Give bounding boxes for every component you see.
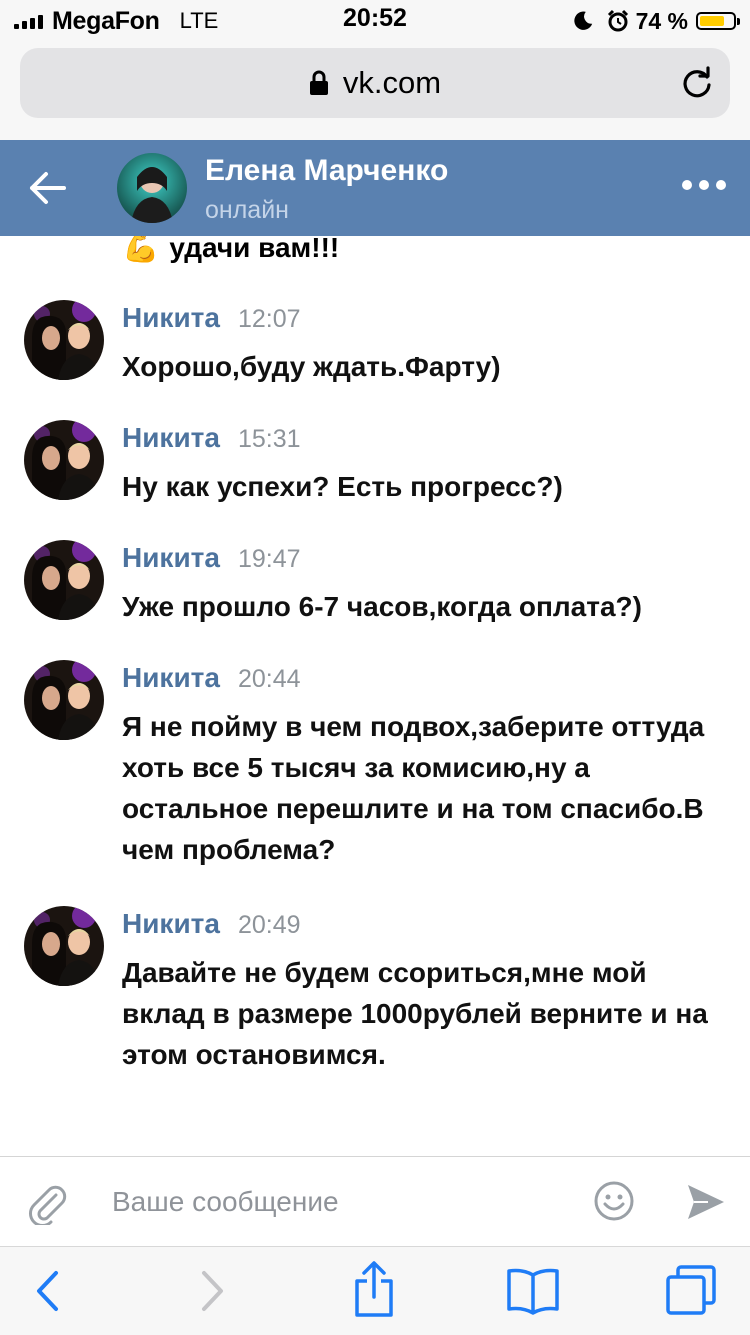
alarm-icon (607, 9, 628, 32)
more-dots-icon[interactable] (682, 180, 726, 190)
message-time: 20:49 (237, 911, 301, 939)
send-icon[interactable] (686, 1183, 726, 1221)
avatar[interactable] (24, 540, 104, 620)
message-list[interactable]: 💪 удачи вам!!! Никита 12:07 Хорошо,буду ж… (0, 236, 750, 1156)
reload-icon[interactable] (680, 66, 714, 100)
message-text: удачи вам!!! (169, 236, 340, 263)
smile-icon[interactable] (594, 1181, 634, 1221)
avatar[interactable] (24, 300, 104, 380)
avatar[interactable] (24, 906, 104, 986)
moon-icon (573, 11, 592, 30)
avatar[interactable] (24, 420, 104, 500)
message-author[interactable]: Никита (122, 302, 220, 334)
contact-status: онлайн (205, 196, 289, 224)
forward-icon[interactable] (200, 1269, 226, 1313)
flexed-biceps-emoji: 💪 (122, 236, 160, 264)
lock-icon (309, 70, 328, 95)
message-author[interactable]: Никита (122, 542, 220, 574)
status-bar: MegaFon LTE 20:52 74 % (0, 0, 750, 42)
message-author[interactable]: Никита (122, 908, 220, 940)
message-time: 12:07 (237, 305, 301, 333)
contact-name: Елена Марченко (205, 154, 449, 187)
browser-address-area: vk.com (0, 42, 750, 140)
back-arrow-icon[interactable] (26, 168, 68, 208)
message-text: Давайте не будем ссориться,мне мой вклад… (122, 957, 708, 1070)
message-time: 15:31 (237, 425, 301, 453)
message-input[interactable] (112, 1177, 572, 1227)
address-bar[interactable]: vk.com (20, 48, 730, 118)
message-text: Хорошо,буду ждать.Фарту) (122, 351, 501, 382)
message-author[interactable]: Никита (122, 662, 220, 694)
previous-message-tail: 💪 удачи вам!!! (122, 236, 339, 265)
message-text: Ну как успехи? Есть прогресс?) (122, 471, 563, 502)
message-author[interactable]: Никита (122, 422, 220, 454)
battery-icon (696, 12, 740, 30)
share-icon[interactable] (353, 1261, 395, 1317)
avatar[interactable] (24, 660, 104, 740)
back-icon[interactable] (34, 1269, 60, 1313)
url-text: vk.com (342, 65, 442, 100)
bookmarks-icon[interactable] (505, 1267, 561, 1315)
battery-percent: 74 % (635, 7, 688, 34)
browser-toolbar (0, 1246, 750, 1335)
message-text: Я не пойму в чем подвох,заберите оттуда … (122, 711, 705, 865)
chat-header: Елена Марченко онлайн (0, 140, 750, 236)
message-text: Уже прошло 6-7 часов,когда оплата?) (122, 591, 642, 622)
message-time: 20:44 (237, 665, 301, 693)
message-time: 19:47 (237, 545, 301, 573)
tabs-icon[interactable] (664, 1263, 718, 1317)
message-composer (0, 1156, 750, 1247)
paperclip-icon[interactable] (26, 1181, 68, 1225)
contact-avatar[interactable] (117, 153, 187, 223)
